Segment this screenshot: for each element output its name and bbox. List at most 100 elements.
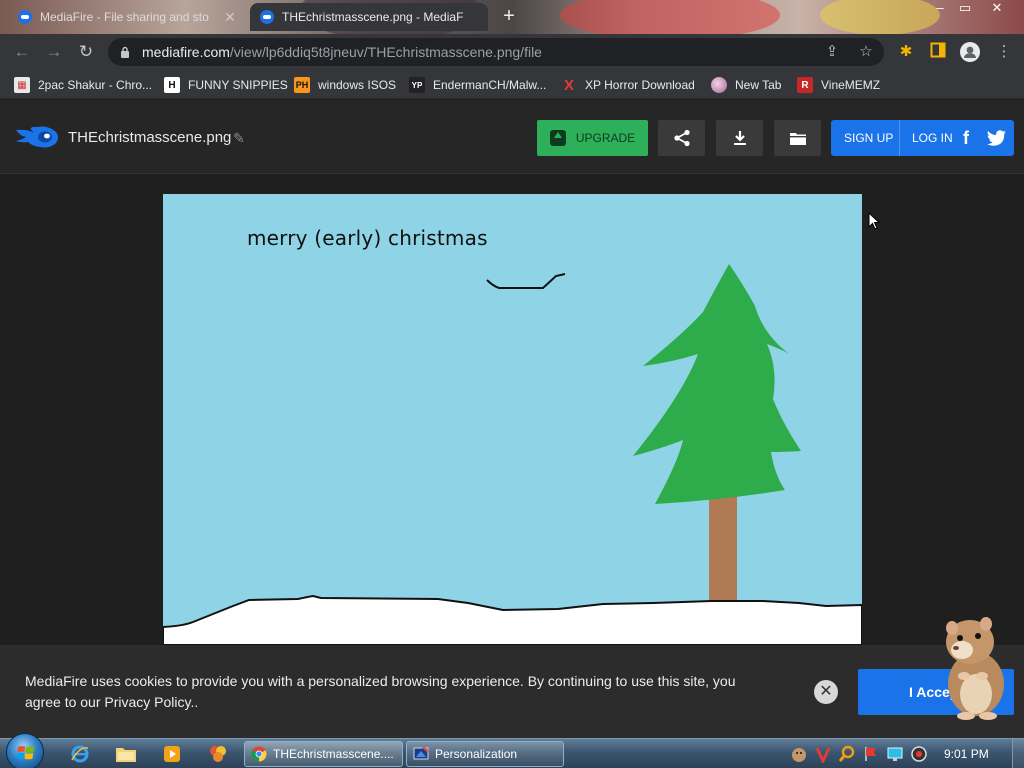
- browser-toolbar: ← → ↻ mediafire.com/view/lp6ddiq5t8jneuv…: [0, 34, 1024, 70]
- lock-icon: [121, 46, 129, 58]
- share-button[interactable]: [658, 120, 705, 156]
- auth-divider: [899, 120, 900, 156]
- taskbar-ie-icon[interactable]: [62, 742, 98, 766]
- bookmark-star-icon[interactable]: ☆: [858, 44, 874, 60]
- scene-drawing: [163, 264, 862, 645]
- taskbar-clock[interactable]: 9:01 PM: [944, 747, 989, 761]
- extensions-puzzle-icon[interactable]: ✱: [896, 42, 916, 62]
- bookmark-vinememz[interactable]: R VineMEMZ: [797, 76, 880, 94]
- bookmark-endermanch[interactable]: YP EndermanCH/Malw...: [409, 76, 546, 94]
- tab-title: THEchristmasscene.png - MediaF: [282, 10, 464, 24]
- bookmark-windows-isos[interactable]: PH windows ISOS: [294, 76, 396, 94]
- bookmark-label: VineMEMZ: [821, 78, 881, 92]
- upgrade-button[interactable]: UPGRADE: [537, 120, 648, 156]
- url-path: /view/lp6ddiq5t8jneuv/THEchristmasscene.…: [229, 44, 542, 60]
- facebook-icon[interactable]: f: [963, 129, 979, 147]
- url-text: mediafire.com/view/lp6ddiq5t8jneuv/THEch…: [142, 44, 542, 60]
- reload-icon[interactable]: ↻: [76, 42, 96, 62]
- maximize-button[interactable]: ▭: [950, 0, 980, 18]
- log-in-button[interactable]: LOG IN: [912, 120, 953, 156]
- h-icon: H: [164, 77, 180, 93]
- edit-pencil-icon[interactable]: ✎: [233, 130, 249, 146]
- hamster-tray-icon[interactable]: [790, 745, 808, 763]
- bookmark-funny-snippies[interactable]: H FUNNY SNIPPIES: [164, 76, 288, 94]
- monitor-tray-icon[interactable]: [886, 745, 904, 763]
- upgrade-icon: [549, 130, 566, 146]
- close-window-button[interactable]: ✕: [982, 0, 1012, 18]
- tab-close-icon[interactable]: ✕: [222, 9, 238, 26]
- v-tray-icon[interactable]: [814, 745, 832, 763]
- tab-christmas-scene[interactable]: THEchristmasscene.png - MediaF: [250, 3, 488, 31]
- forward-arrow-icon[interactable]: →: [44, 42, 64, 62]
- snow-ground: [163, 594, 862, 645]
- chrome-menu-icon[interactable]: ⋮: [994, 42, 1014, 62]
- save-to-folder-button[interactable]: [774, 120, 821, 156]
- back-arrow-icon[interactable]: ←: [12, 42, 32, 62]
- bird-doodle: [486, 273, 566, 289]
- bookmark-label: XP Horror Download: [585, 78, 695, 92]
- taskbar-media-player-icon[interactable]: [154, 742, 190, 766]
- cookie-consent-text: MediaFire uses cookies to provide you wi…: [25, 673, 736, 710]
- wallpaper-stain: [820, 0, 940, 34]
- task-label: Personalization: [435, 747, 518, 761]
- x-icon: X: [563, 76, 574, 94]
- download-icon: [733, 131, 746, 145]
- task-label: THEchristmasscene....: [273, 747, 394, 761]
- file-name: THEchristmasscene.png: [68, 129, 232, 146]
- flag-tray-icon[interactable]: [862, 745, 880, 763]
- taskbar-app-icon[interactable]: [200, 742, 236, 766]
- mediafire-logo-icon[interactable]: [14, 124, 60, 150]
- tab-mediafire-home[interactable]: MediaFire - File sharing and sto ✕: [8, 3, 248, 31]
- bookmark-label: windows ISOS: [318, 78, 397, 92]
- scene-caption-text: merry (early) christmas: [247, 226, 488, 250]
- chrome-icon: [251, 746, 267, 762]
- share-page-icon[interactable]: ⇪: [824, 44, 840, 60]
- twitter-icon[interactable]: [987, 129, 1007, 147]
- download-button[interactable]: [716, 120, 763, 156]
- new-tab-button[interactable]: +: [498, 6, 520, 28]
- address-bar[interactable]: mediafire.com/view/lp6ddiq5t8jneuv/THEch…: [108, 38, 884, 66]
- mouse-pointer-icon: [868, 212, 880, 230]
- tree-trunk: [709, 492, 737, 604]
- tree-foliage: [633, 264, 801, 504]
- upgrade-label: UPGRADE: [575, 131, 636, 145]
- system-tray: [790, 744, 928, 764]
- taskbar-task-personalization[interactable]: Personalization: [406, 741, 564, 767]
- bookmark-2pac[interactable]: ▦ 2pac Shakur - Chro...: [14, 76, 152, 94]
- mediafire-favicon-icon: [260, 10, 274, 24]
- cookie-consent-banner: MediaFire uses cookies to provide you wi…: [0, 645, 1024, 738]
- sign-up-button[interactable]: SIGN UP: [844, 120, 893, 156]
- side-panel-icon[interactable]: [928, 42, 948, 62]
- share-icon: [673, 129, 690, 147]
- url-host: mediafire.com: [142, 44, 230, 60]
- globe-icon: [711, 77, 727, 93]
- windows-logo-icon: [17, 746, 34, 760]
- bookmark-label: New Tab: [735, 78, 782, 92]
- ph-icon: PH: [294, 77, 310, 93]
- search-tray-icon[interactable]: [838, 745, 856, 763]
- calendar-icon: ▦: [14, 77, 30, 93]
- show-desktop-button[interactable]: [1012, 739, 1024, 768]
- taskbar-explorer-icon[interactable]: [108, 742, 144, 766]
- taskbar-task-chrome[interactable]: THEchristmasscene....: [244, 741, 403, 767]
- christmas-scene-image: merry (early) christmas: [163, 194, 862, 645]
- cookie-close-button[interactable]: ✕: [814, 680, 838, 704]
- mediafire-favicon-icon: [18, 10, 32, 24]
- bookmark-new-tab[interactable]: New Tab: [711, 76, 781, 94]
- wallpaper-stain: [560, 0, 780, 34]
- folder-icon: [789, 133, 806, 145]
- volume-tray-icon[interactable]: [910, 745, 928, 763]
- hamster-desktop-pet-icon[interactable]: [938, 614, 1010, 720]
- profile-avatar-icon[interactable]: [960, 42, 980, 62]
- personalization-icon: [413, 746, 429, 760]
- bookmark-xp-horror[interactable]: X XP Horror Download: [561, 76, 695, 94]
- bookmarks-bar: ▦ 2pac Shakur - Chro... H FUNNY SNIPPIES…: [0, 70, 1024, 99]
- start-button[interactable]: [6, 733, 44, 768]
- browser-tab-strip: MediaFire - File sharing and sto ✕ THEch…: [0, 0, 1024, 34]
- windows-taskbar: THEchristmasscene.... Personalization 9:…: [0, 733, 1024, 768]
- auth-button-group: SIGN UP LOG IN f: [831, 120, 1014, 156]
- yp-icon: YP: [409, 77, 425, 93]
- tab-title: MediaFire - File sharing and sto: [40, 10, 209, 24]
- mediafire-header: THEchristmasscene.png ✎ UPGRADE SIGN UP …: [0, 100, 1024, 174]
- r-icon: R: [797, 77, 813, 93]
